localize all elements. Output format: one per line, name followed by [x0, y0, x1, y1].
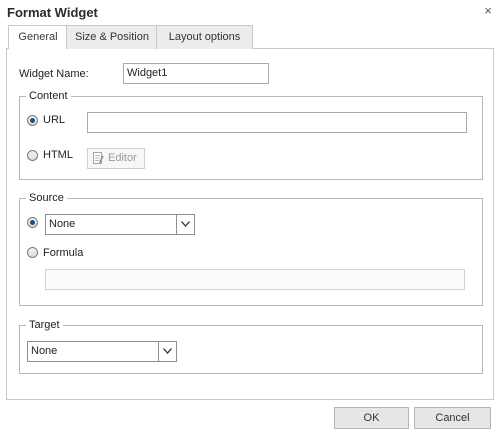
- widget-name-label: Widget Name:: [19, 68, 89, 80]
- editor-button-label: Editor: [108, 152, 137, 164]
- formula-label: Formula: [43, 247, 84, 259]
- close-icon[interactable]: ×: [481, 4, 495, 18]
- formula-input[interactable]: [45, 269, 465, 290]
- widget-name-input[interactable]: Widget1: [123, 63, 269, 84]
- tab-general[interactable]: General: [8, 25, 68, 51]
- chevron-down-icon[interactable]: [176, 215, 194, 234]
- tab-layout-options[interactable]: Layout options: [156, 25, 253, 50]
- formula-radio[interactable]: [27, 247, 38, 258]
- content-legend: Content: [29, 90, 68, 102]
- tab-size-position[interactable]: Size & Position: [66, 25, 158, 50]
- target-dropdown[interactable]: None: [27, 341, 177, 362]
- cancel-button[interactable]: Cancel: [414, 407, 491, 429]
- dialog-title: Format Widget: [7, 5, 98, 20]
- html-label: HTML: [43, 149, 73, 161]
- url-input[interactable]: [87, 112, 467, 133]
- url-label: URL: [43, 114, 66, 126]
- document-edit-icon: [93, 152, 104, 172]
- source-none-radio[interactable]: [27, 217, 38, 228]
- target-legend: Target: [29, 319, 60, 331]
- chevron-down-icon[interactable]: [158, 342, 176, 361]
- target-dropdown-value: None: [31, 345, 58, 357]
- ok-button[interactable]: OK: [334, 407, 409, 429]
- source-dropdown-value: None: [49, 218, 76, 230]
- url-radio[interactable]: [27, 115, 38, 126]
- tab-bar: General Size & Position Layout options: [6, 25, 494, 51]
- editor-button[interactable]: Editor: [87, 148, 145, 169]
- source-legend: Source: [29, 192, 64, 204]
- html-radio[interactable]: [27, 150, 38, 161]
- source-dropdown[interactable]: None: [45, 214, 195, 235]
